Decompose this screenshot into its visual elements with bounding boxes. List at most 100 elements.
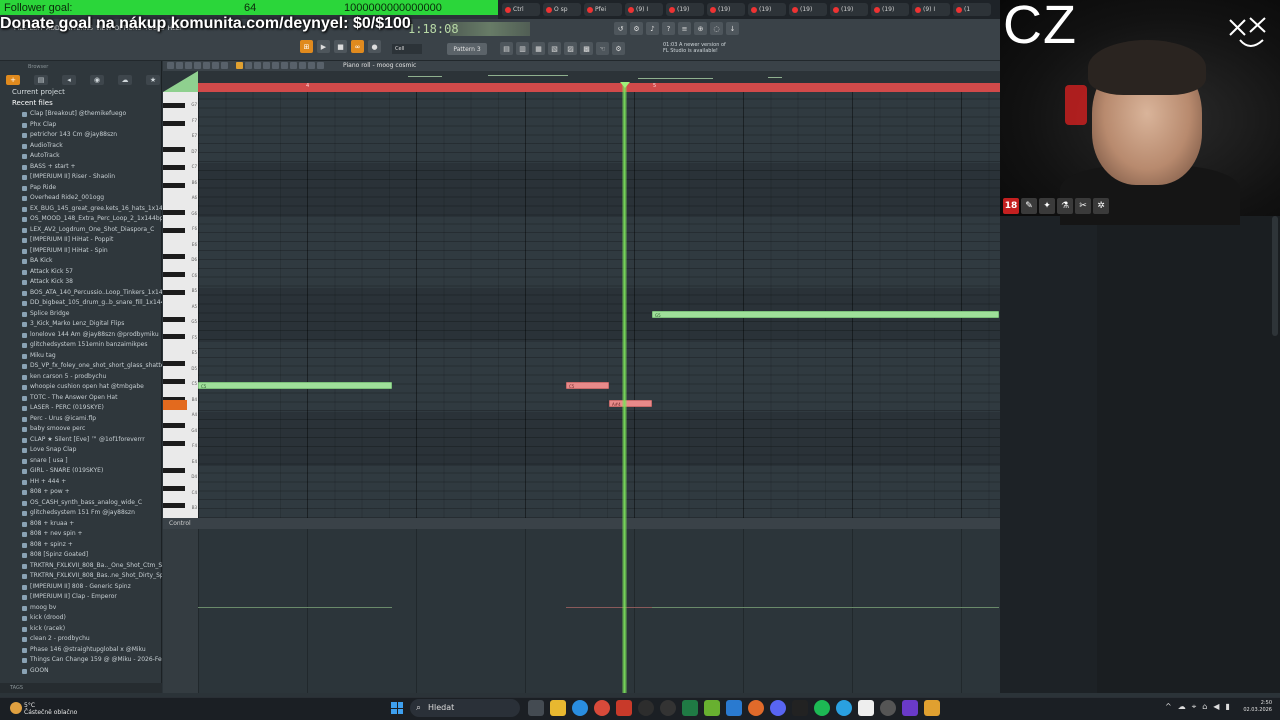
chevron-up-icon[interactable]: ^: [1165, 702, 1172, 712]
pencil-icon[interactable]: [236, 62, 243, 69]
black-key[interactable]: [163, 272, 185, 277]
file-list-item[interactable]: Splice Bridge: [4, 309, 162, 320]
right-scrollbar[interactable]: [1272, 216, 1278, 336]
delete-icon[interactable]: [254, 62, 261, 69]
black-key[interactable]: [163, 423, 185, 429]
file-list-item[interactable]: 3_Kick_Marko Lenz_Digital Flips: [4, 319, 162, 330]
snap-icon[interactable]: ⊞: [300, 40, 313, 53]
cpu-icon[interactable]: ⚙: [630, 22, 643, 35]
file-list-item[interactable]: Attack Kick 57: [4, 267, 162, 278]
browser-tab[interactable]: (19): [707, 3, 745, 16]
file-list-item[interactable]: [IMPERIUM II] HiHat - Poppit: [4, 235, 162, 246]
play-small-icon[interactable]: [194, 62, 201, 69]
taskbar-clock[interactable]: 2:50 02.03.2026: [1240, 700, 1272, 714]
playhead-marker[interactable]: [620, 82, 630, 88]
browser-tab[interactable]: (1: [953, 3, 991, 16]
playback-icon[interactable]: [308, 62, 315, 69]
slip-icon[interactable]: [272, 62, 279, 69]
file-list-item[interactable]: Perc - Urus @icami.flp: [4, 414, 162, 425]
file-explorer-icon[interactable]: [550, 700, 566, 716]
spotify-icon[interactable]: [814, 700, 830, 716]
black-key[interactable]: [163, 209, 185, 215]
file-list-item[interactable]: TRKTRN_FXLKVII_808_Bas..ne_Shot_Dirty_Sp…: [4, 571, 162, 582]
browser-tags[interactable]: TAGS: [0, 683, 162, 693]
file-list-item[interactable]: moog bv: [4, 603, 162, 614]
file-list-item[interactable]: 808 + kruaa +: [4, 519, 162, 530]
mixer-view-icon[interactable]: ▦: [532, 42, 545, 55]
settings-task-icon[interactable]: [880, 700, 896, 716]
file-list-item[interactable]: [IMPERIUM II] 808 - Generic Spinz: [4, 582, 162, 593]
black-key[interactable]: [163, 334, 185, 340]
onedrive-icon[interactable]: ☁: [1178, 702, 1186, 712]
browser-samples-tab[interactable]: ◉: [90, 75, 104, 85]
file-list-item[interactable]: Attack Kick 38: [4, 277, 162, 288]
piano-roll-icon[interactable]: ▥: [516, 42, 529, 55]
task-view-icon[interactable]: [528, 700, 544, 716]
speaker-icon[interactable]: [317, 62, 324, 69]
file-list-item[interactable]: Pap Ride: [4, 183, 162, 194]
control-label[interactable]: Control: [169, 520, 191, 527]
epic-icon[interactable]: [858, 700, 874, 716]
select-icon[interactable]: [290, 62, 297, 69]
undo-icon[interactable]: ↺: [614, 22, 627, 35]
link-icon[interactable]: ∞: [351, 40, 364, 53]
menu-icon[interactable]: [167, 62, 174, 69]
chat-icon[interactable]: ◌: [710, 22, 723, 35]
edge-icon[interactable]: [572, 700, 588, 716]
brush-icon[interactable]: [245, 62, 252, 69]
note-c5[interactable]: C5: [198, 382, 392, 389]
file-list-item[interactable]: [IMPERIUM II] Riser - Shaolin: [4, 172, 162, 183]
play-icon[interactable]: ▶: [317, 40, 330, 53]
browser-tab[interactable]: Ctrl: [502, 3, 540, 16]
pattern-selector[interactable]: Pattern 3: [447, 43, 487, 55]
file-list-item[interactable]: petrichor 143 Cm @jay88szn: [4, 130, 162, 141]
black-key[interactable]: [163, 183, 185, 188]
black-key[interactable]: [163, 289, 185, 295]
file-list-item[interactable]: Love Snap Clap: [4, 445, 162, 456]
browser-tab[interactable]: O sp: [543, 3, 581, 16]
firefox-icon[interactable]: [748, 700, 764, 716]
update-notice[interactable]: 01:03 A newer version of FL Studio is av…: [663, 42, 733, 54]
location-icon[interactable]: ⌖: [1192, 702, 1197, 712]
vscode-icon[interactable]: [726, 700, 742, 716]
active-key[interactable]: [163, 400, 187, 410]
browser-tab[interactable]: Pfei: [584, 3, 622, 16]
browser-files-tab[interactable]: ▤: [34, 75, 48, 85]
telegram-icon[interactable]: [836, 700, 852, 716]
piano-keyboard[interactable]: G7 F7 E7 D7 C7 B6 A6 G6 F6 E6 D6 C6 B5 A5 G5 F5 E5 D5 C5 B4…: [163, 92, 198, 518]
browser-plugins-tab[interactable]: ◂: [62, 75, 76, 85]
black-key[interactable]: [163, 147, 185, 153]
file-list-item[interactable]: AutoTrack: [4, 151, 162, 162]
file-list-item[interactable]: glitchedsystem 151 Fm @jay88szn: [4, 508, 162, 519]
file-list-item[interactable]: TOTC - The Answer Open Hat: [4, 393, 162, 404]
black-key[interactable]: [163, 316, 185, 322]
download-icon[interactable]: ↓: [726, 22, 739, 35]
fl-active-icon[interactable]: [924, 700, 940, 716]
file-list-item[interactable]: OS_MOOD_148_Extra_Perc_Loop_2_1x144bpm: [4, 214, 162, 225]
mute-icon[interactable]: [263, 62, 270, 69]
file-list-item[interactable]: 808 + nev spin +: [4, 529, 162, 540]
file-list-item[interactable]: GOON: [4, 666, 162, 677]
file-list-item[interactable]: Overhead Ride2_001ogg: [4, 193, 162, 204]
plugin-icon[interactable]: ⊕: [694, 22, 707, 35]
excel-icon[interactable]: [682, 700, 698, 716]
file-list-item[interactable]: Clap [Breakout] @themikefuego: [4, 109, 162, 120]
weather-widget[interactable]: 5°C Částečně oblačno: [24, 702, 77, 716]
file-list-item[interactable]: BASS + start +: [4, 162, 162, 173]
start-button[interactable]: [391, 702, 403, 714]
file-list-item[interactable]: LEX_AV2_Logdrum_One_Shot_Diaspora_C: [4, 225, 162, 236]
browser-tab[interactable]: (9) I: [625, 3, 663, 16]
browser-tab[interactable]: (19): [748, 3, 786, 16]
file-list-item[interactable]: whoopie cushion open hat @tmbgabe: [4, 382, 162, 393]
slice-icon[interactable]: [281, 62, 288, 69]
file-list-item[interactable]: CLAP ★ Silent [Eve] ™ @1of1foreverrr: [4, 435, 162, 446]
browser-view-icon[interactable]: ▨: [564, 42, 577, 55]
fl-studio-task-icon[interactable]: [616, 700, 632, 716]
file-list-item[interactable]: Things Can Change 159 @ @Miku - 2026-Feb…: [4, 655, 162, 666]
file-list-item[interactable]: BA Kick: [4, 256, 162, 267]
stop-icon[interactable]: ■: [334, 40, 347, 53]
file-list-item[interactable]: 808 + spinz +: [4, 540, 162, 551]
file-list-item[interactable]: OS_CASH_synth_bass_analog_wide_C: [4, 498, 162, 509]
file-list-item[interactable]: Phx Clap: [4, 120, 162, 131]
arrow-icon[interactable]: [176, 62, 183, 69]
